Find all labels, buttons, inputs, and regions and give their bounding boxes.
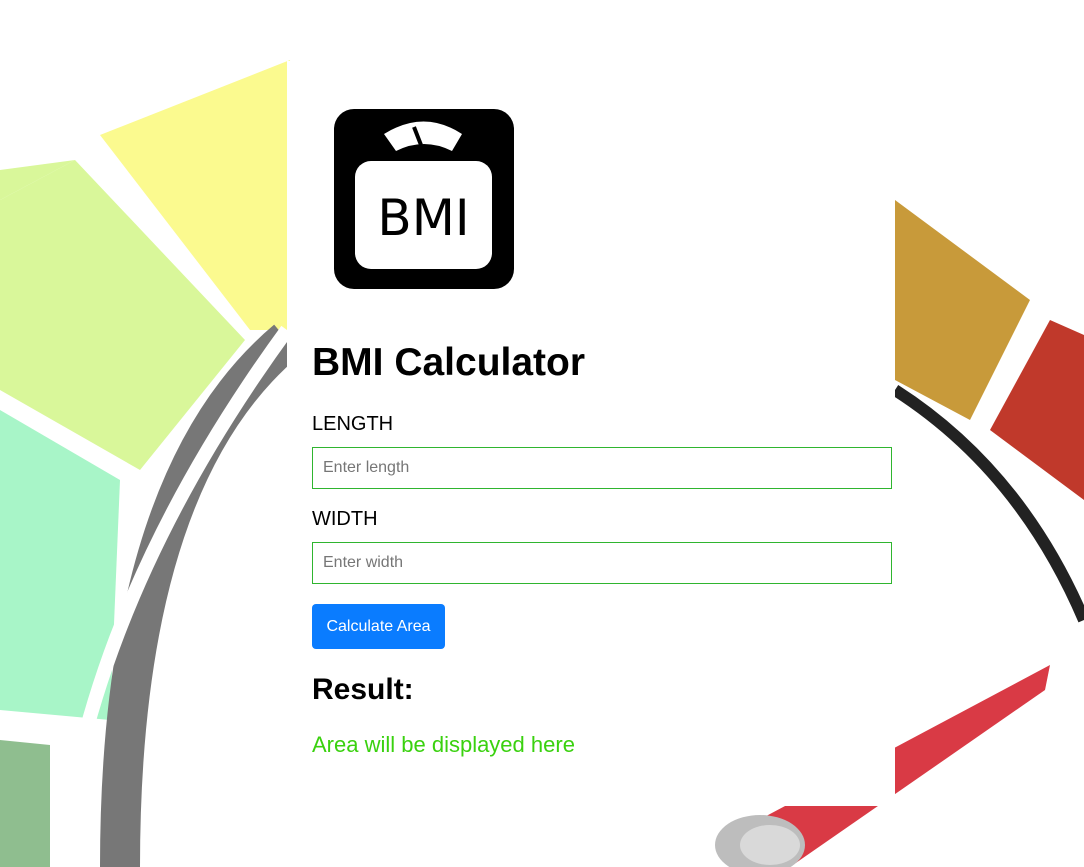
page-title: BMI Calculator	[312, 341, 586, 384]
result-text: Area will be displayed here	[312, 732, 575, 757]
calculate-area-button[interactable]: Calculate Area	[312, 604, 445, 649]
width-input[interactable]	[312, 542, 892, 584]
length-label: LENGTH	[312, 413, 394, 435]
bmi-scale-logo-icon: BMI	[334, 109, 514, 289]
width-label: WIDTH	[312, 508, 378, 530]
calculator-card: BMI BMI Calculator LENGTH WIDTH Calculat…	[287, 61, 895, 806]
logo-text: BMI	[377, 189, 469, 247]
result-heading: Result:	[312, 673, 414, 706]
length-input[interactable]	[312, 447, 892, 489]
